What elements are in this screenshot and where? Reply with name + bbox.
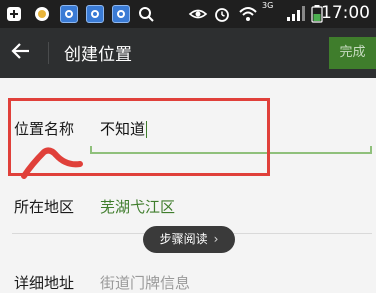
network-type: 3G [262,1,274,10]
app-icon [112,5,130,23]
search-icon [139,7,154,22]
chevron-right-icon: › [213,232,219,246]
arrow-left-icon [11,43,29,59]
plus-icon [7,7,21,21]
address-label: 详细地址 [14,274,75,292]
status-bar: 3G 17:00 [0,0,376,28]
wifi-icon [239,7,257,21]
done-button[interactable]: 完成 [329,37,376,69]
alarm-icon [215,8,229,22]
address-field[interactable]: 街道门牌信息 [100,272,190,293]
eye-icon [188,9,208,19]
back-button[interactable] [10,38,32,64]
app-icon [60,5,78,23]
steps-reading-button[interactable]: 步骤阅读 › [143,226,235,253]
region-selector[interactable]: 芜湖弋江区 [100,196,175,217]
app-header: 创建位置 完成 [0,28,376,78]
signal-icon [287,6,305,21]
annotation-stroke [21,147,83,179]
region-label: 所在地区 [14,198,75,216]
page-title: 创建位置 [64,45,132,65]
status-time: 17:00 [321,3,370,23]
steps-reading-label: 步骤阅读 [159,232,208,246]
app-icon [86,5,104,23]
header-divider [48,42,49,64]
browser-icon [35,7,49,21]
